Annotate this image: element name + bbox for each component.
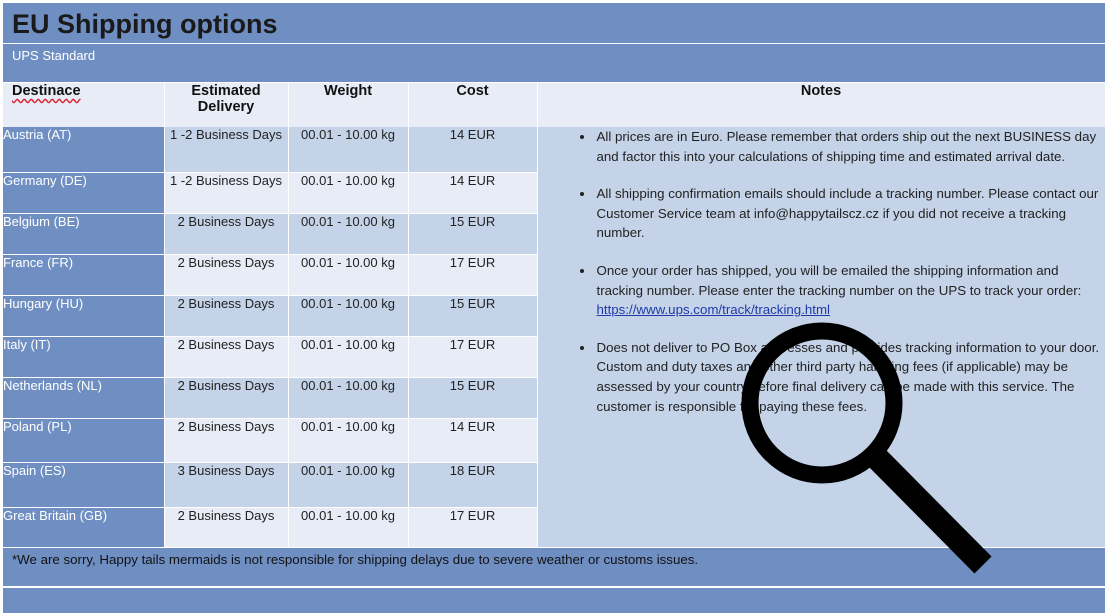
weight-cell: 00.01 - 10.00 kg xyxy=(288,418,409,463)
delivery-cell: 2 Business Days xyxy=(164,213,289,255)
ups-tracking-link[interactable]: https://www.ups.com/track/tracking.html xyxy=(597,302,831,317)
delivery-cell: 2 Business Days xyxy=(164,336,289,378)
note-text: Once your order has shipped, you will be… xyxy=(596,262,1082,298)
cost-cell: 14 EUR xyxy=(408,172,538,214)
weight-cell: 00.01 - 10.00 kg xyxy=(288,295,409,337)
notes-header: Notes xyxy=(537,83,1106,127)
cost-cell: 17 EUR xyxy=(408,254,538,296)
cost-cell: 15 EUR xyxy=(408,295,538,337)
country-cell: Spain (ES) xyxy=(3,462,165,508)
weight-cell: 00.01 - 10.00 kg xyxy=(288,377,409,419)
bottom-band xyxy=(3,588,1105,613)
country-cell: Germany (DE) xyxy=(3,172,165,214)
cost-cell: 14 EUR xyxy=(408,418,538,463)
cost-cell: 15 EUR xyxy=(408,377,538,419)
weight-cell: 00.01 - 10.00 kg xyxy=(288,127,409,173)
magnifying-glass-icon xyxy=(741,322,992,574)
weight-cell: 00.01 - 10.00 kg xyxy=(288,213,409,255)
delivery-cell: 2 Business Days xyxy=(164,254,289,296)
cost-header: Cost xyxy=(408,83,538,127)
delivery-cell: 2 Business Days xyxy=(164,507,289,548)
country-cell: Italy (IT) xyxy=(3,336,165,378)
country-cell: Hungary (HU) xyxy=(3,295,165,337)
delivery-cell: 2 Business Days xyxy=(164,418,289,463)
weight-cell: 00.01 - 10.00 kg xyxy=(288,254,409,296)
cost-cell: 18 EUR xyxy=(408,462,538,508)
delivery-cell: 1 -2 Business Days xyxy=(164,172,289,214)
carrier-subtitle: UPS Standard xyxy=(3,44,1105,82)
weight-cell: 00.01 - 10.00 kg xyxy=(288,507,409,548)
delivery-cell: 1 -2 Business Days xyxy=(164,127,289,173)
weight-cell: 00.01 - 10.00 kg xyxy=(288,462,409,508)
table-header-row: Destinace Estimated Delivery Weight Cost… xyxy=(3,83,1106,127)
weight-cell: 00.01 - 10.00 kg xyxy=(288,172,409,214)
country-cell: Belgium (BE) xyxy=(3,213,165,255)
weight-cell: 00.01 - 10.00 kg xyxy=(288,336,409,378)
country-cell: Netherlands (NL) xyxy=(3,377,165,419)
delivery-cell: 2 Business Days xyxy=(164,295,289,337)
note-item: Once your order has shipped, you will be… xyxy=(595,261,1106,320)
destination-header: Destinace xyxy=(3,83,165,127)
country-cell: Poland (PL) xyxy=(3,418,165,463)
delivery-cell: 3 Business Days xyxy=(164,462,289,508)
cost-cell: 17 EUR xyxy=(408,507,538,548)
cost-cell: 15 EUR xyxy=(408,213,538,255)
note-item: All prices are in Euro. Please remember … xyxy=(595,127,1106,166)
weight-header: Weight xyxy=(288,83,409,127)
delivery-header: Estimated Delivery xyxy=(164,83,289,127)
note-item: All shipping confirmation emails should … xyxy=(595,184,1106,243)
page-title: EU Shipping options xyxy=(3,3,1105,43)
country-cell: France (FR) xyxy=(3,254,165,296)
cost-cell: 14 EUR xyxy=(408,127,538,173)
country-cell: Great Britain (GB) xyxy=(3,507,165,548)
delivery-cell: 2 Business Days xyxy=(164,377,289,419)
table-row: Austria (AT) 1 -2 Business Days 00.01 - … xyxy=(3,127,1106,548)
cost-cell: 17 EUR xyxy=(408,336,538,378)
country-cell: Austria (AT) xyxy=(3,127,165,173)
